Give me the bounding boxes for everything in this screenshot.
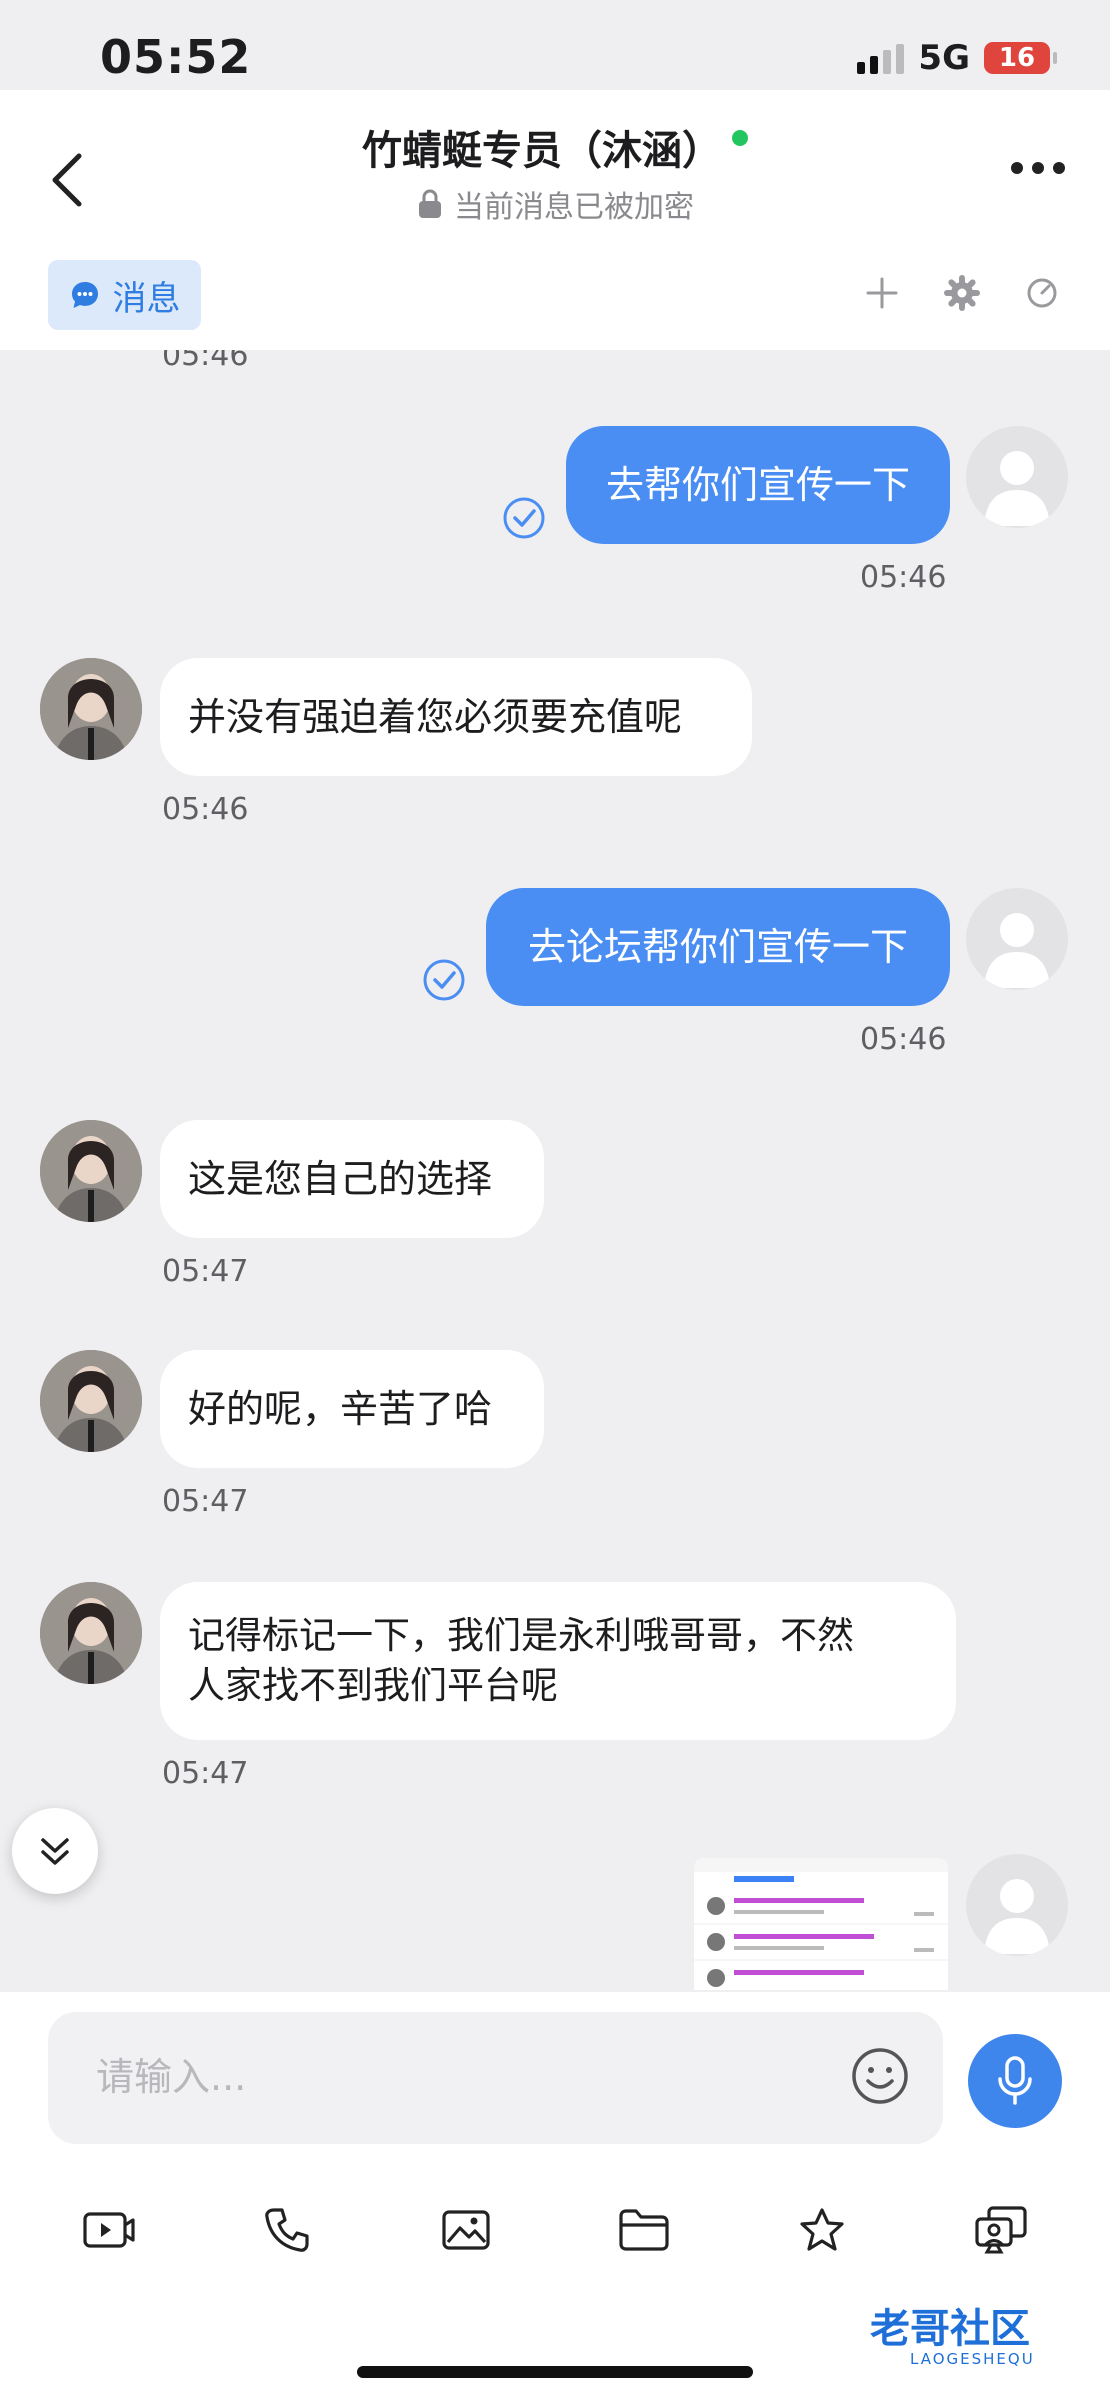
tab-messages-label: 消息 bbox=[112, 278, 181, 319]
encryption-notice: 当前消息已被加密 bbox=[0, 182, 1110, 226]
message-time: 05:47 bbox=[162, 1254, 249, 1289]
message-time: 05:47 bbox=[162, 1756, 249, 1791]
my-avatar[interactable] bbox=[966, 1854, 1068, 1956]
home-indicator[interactable] bbox=[357, 2366, 753, 2378]
message-bubble-in[interactable]: 这是您自己的选择 bbox=[160, 1120, 544, 1238]
battery-icon: 16 bbox=[984, 42, 1057, 74]
message-text-line-1: 记得标记一下，我们是永利哦哥哥，不然 bbox=[188, 1614, 854, 1657]
message-input-placeholder: 请输入... bbox=[96, 2055, 247, 2099]
voice-input-button[interactable] bbox=[968, 2034, 1062, 2128]
my-avatar[interactable] bbox=[966, 426, 1068, 528]
message-text-line-2: 人家找不到我们平台呢 bbox=[188, 1664, 558, 1707]
more-options-icon[interactable] bbox=[1011, 162, 1065, 174]
message-text: 并没有强迫着您必须要充值呢 bbox=[188, 695, 683, 739]
message-time: 05:46 bbox=[860, 1022, 947, 1057]
online-status-dot bbox=[732, 130, 748, 146]
folder-icon[interactable] bbox=[609, 2195, 679, 2265]
lock-icon bbox=[419, 189, 441, 218]
contact-avatar[interactable] bbox=[40, 1120, 142, 1222]
screen-share-icon[interactable] bbox=[966, 2195, 1036, 2265]
gauge-icon[interactable] bbox=[1024, 275, 1060, 311]
message-bubble-out[interactable]: 去论坛帮你们宣传一下 bbox=[486, 888, 950, 1006]
microphone-icon bbox=[998, 2056, 1032, 2105]
message-bubble-in[interactable]: 好的呢，辛苦了哈 bbox=[160, 1350, 544, 1468]
add-icon[interactable] bbox=[864, 275, 900, 311]
chat-title[interactable]: 竹蜻蜓专员（沐涵） bbox=[362, 118, 748, 176]
contact-avatar[interactable] bbox=[40, 1350, 142, 1452]
image-message-thumbnail[interactable] bbox=[694, 1858, 948, 1990]
star-icon[interactable] bbox=[787, 2195, 857, 2265]
status-indicators: 5G 16 bbox=[857, 38, 1057, 78]
message-text: 去帮你们宣传一下 bbox=[605, 463, 910, 507]
read-check-icon bbox=[423, 959, 465, 1001]
message-text: 这是您自己的选择 bbox=[188, 1157, 493, 1201]
image-icon[interactable] bbox=[431, 2195, 501, 2265]
message-text: 好的呢，辛苦了哈 bbox=[188, 1387, 493, 1431]
message-time: 05:46 bbox=[860, 560, 947, 595]
tab-messages[interactable]: 消息 bbox=[48, 260, 201, 330]
signal-icon bbox=[857, 42, 905, 74]
message-time: 05:46 bbox=[162, 792, 249, 827]
attachment-toolbar bbox=[0, 2195, 1110, 2265]
message-text: 去论坛帮你们宣传一下 bbox=[527, 925, 908, 969]
battery-level: 16 bbox=[998, 43, 1036, 73]
message-time-partial: 05:46 bbox=[162, 350, 249, 373]
status-time: 05:52 bbox=[100, 30, 252, 84]
encryption-text: 当前消息已被加密 bbox=[454, 190, 694, 225]
phone-icon[interactable] bbox=[252, 2195, 322, 2265]
emoji-icon[interactable] bbox=[850, 2046, 910, 2106]
message-time: 05:47 bbox=[162, 1484, 249, 1519]
contact-avatar[interactable] bbox=[40, 1582, 142, 1684]
chat-bubble-icon bbox=[71, 282, 98, 308]
message-bubble-out[interactable]: 去帮你们宣传一下 bbox=[566, 426, 950, 544]
watermark-logo-subtext: LAOGESHEQU bbox=[910, 2350, 1035, 2368]
read-check-icon bbox=[503, 497, 545, 539]
my-avatar[interactable] bbox=[966, 888, 1068, 990]
double-chevron-down-icon bbox=[41, 1838, 69, 1865]
screenshot-preview-image bbox=[694, 1858, 948, 1987]
video-icon[interactable] bbox=[74, 2195, 144, 2265]
contact-avatar[interactable] bbox=[40, 658, 142, 760]
message-bubble-in[interactable]: 并没有强迫着您必须要充值呢 bbox=[160, 658, 752, 776]
scroll-to-bottom-button[interactable] bbox=[12, 1808, 98, 1894]
network-label: 5G bbox=[918, 38, 970, 78]
contact-name: 竹蜻蜓专员（沐涵） bbox=[362, 128, 722, 174]
message-bubble-in[interactable]: 记得标记一下，我们是永利哦哥哥，不然 人家找不到我们平台呢 bbox=[160, 1582, 956, 1740]
settings-gear-icon[interactable] bbox=[944, 275, 980, 311]
chat-messages[interactable]: 05:46 去帮你们宣传一下 05:46 并没有强迫着您必须要充值呢 05:46… bbox=[0, 350, 1110, 1990]
watermark-logo-text: 老哥社区 bbox=[870, 2306, 1030, 2352]
